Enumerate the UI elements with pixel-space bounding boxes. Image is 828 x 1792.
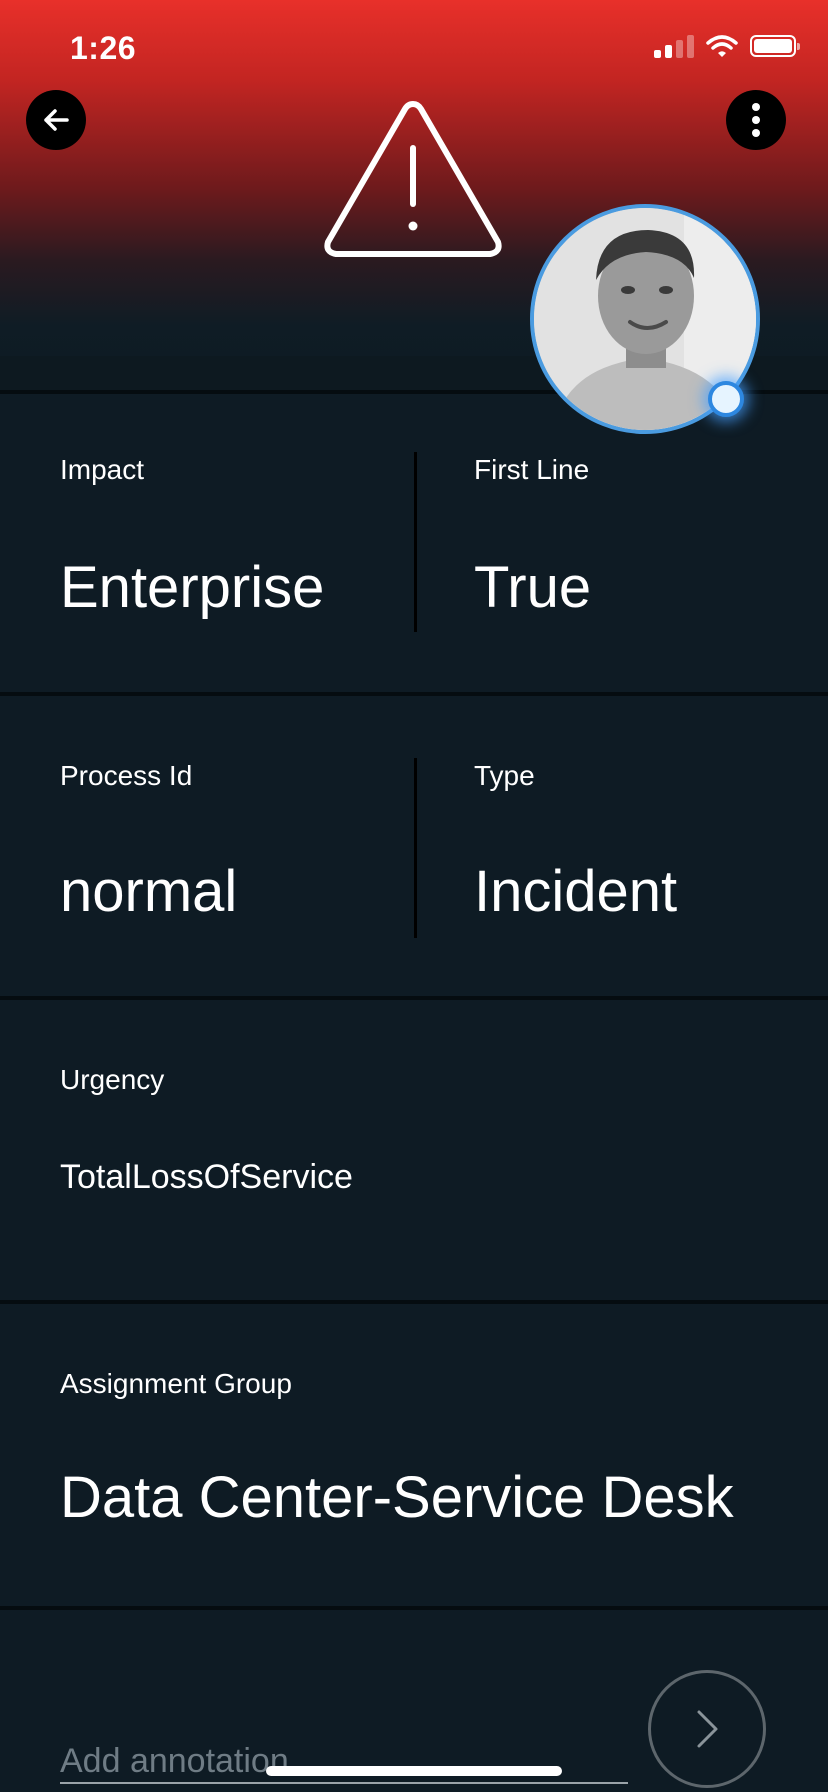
warning-triangle-icon — [324, 101, 502, 257]
cellular-signal-icon — [654, 34, 694, 58]
impact-label: Impact — [60, 454, 145, 485]
assignment-group-value: Data Center-Service Desk — [60, 1465, 734, 1530]
incident-detail-screen: 1:26 Impact Enterprise First Line True P… — [0, 0, 828, 1792]
first-line-label: First Line — [474, 454, 590, 485]
process-type-section: Process Id normal Type Incident — [0, 696, 828, 1000]
wifi-icon — [706, 35, 738, 57]
urgency-value: TotalLossOfService — [60, 1158, 353, 1196]
status-icons — [654, 34, 800, 58]
type-label: Type — [474, 760, 535, 791]
send-annotation-button[interactable] — [648, 1670, 766, 1788]
urgency-section: Urgency TotalLossOfService — [0, 1000, 828, 1304]
arrow-left-icon — [44, 109, 69, 131]
process-id-value: normal — [60, 859, 238, 924]
more-vertical-icon — [752, 103, 760, 137]
assignment-group-section: Assignment Group Data Center-Service Des… — [0, 1304, 828, 1610]
process-id-label: Process Id — [60, 760, 193, 791]
chevron-right-icon — [697, 1710, 718, 1748]
more-options-button[interactable] — [726, 90, 786, 150]
column-divider — [414, 758, 417, 938]
column-divider — [414, 452, 417, 632]
status-time: 1:26 — [70, 30, 137, 66]
annotation-input[interactable] — [60, 1740, 628, 1784]
impact-firstline-section: Impact Enterprise First Line True — [0, 390, 828, 696]
back-button[interactable] — [26, 90, 86, 150]
urgency-label: Urgency — [60, 1064, 165, 1095]
first-line-value: True — [474, 555, 592, 620]
assignment-group-label: Assignment Group — [60, 1368, 292, 1399]
home-indicator — [266, 1766, 562, 1776]
type-value: Incident — [474, 859, 678, 924]
impact-value: Enterprise — [60, 555, 325, 620]
battery-icon — [750, 35, 800, 57]
